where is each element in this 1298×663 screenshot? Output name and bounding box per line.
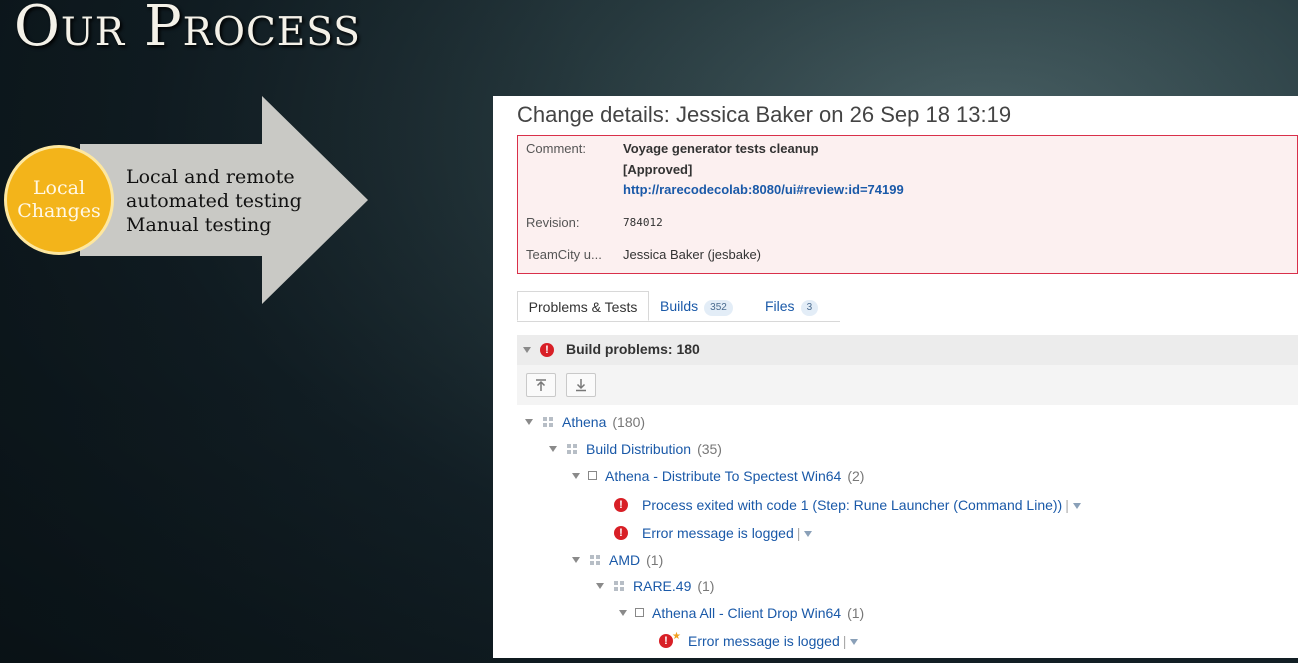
tree-node-count: (180) [612, 414, 646, 430]
build-config-icon [635, 608, 644, 617]
error-icon: ! [614, 526, 628, 540]
tab-label: Problems & Tests [528, 299, 638, 315]
builds-count-badge: 352 [704, 300, 733, 316]
tree-node-label[interactable]: Athena [562, 414, 606, 430]
separator: | [842, 633, 847, 649]
slide-title: Our Process [14, 0, 362, 59]
expand-triangle-icon[interactable] [572, 473, 580, 479]
build-problems-header[interactable]: ! Build problems: 180 [517, 335, 1298, 365]
tab-problems-tests[interactable]: Problems & Tests [517, 291, 649, 321]
build-config-icon [588, 471, 597, 480]
comment-label: Comment: [526, 141, 586, 156]
review-link[interactable]: http://rarecodecolab:8080/ui#review:id=7… [623, 182, 904, 197]
expand-triangle-icon[interactable] [596, 583, 604, 589]
user-label: TeamCity u... [526, 247, 602, 262]
tree-node-label[interactable]: RARE.49 [633, 578, 691, 594]
project-icon [614, 581, 625, 592]
dropdown-arrow-icon[interactable] [1072, 503, 1081, 509]
change-details-box: Comment: Voyage generator tests cleanup … [517, 135, 1298, 274]
expand-triangle-icon[interactable] [619, 610, 627, 616]
problem-label[interactable]: Error message is logged [688, 633, 840, 649]
tree-node-count: (35) [697, 441, 722, 457]
tree-node-label[interactable]: Build Distribution [586, 441, 691, 457]
tree-node-count: (1) [697, 578, 715, 594]
comment-approved: [Approved] [623, 162, 693, 177]
tree-node-count: (1) [646, 552, 664, 568]
local-changes-circle: Local Changes [4, 145, 114, 255]
tree-node-label[interactable]: AMD [609, 552, 640, 568]
comment-text: Voyage generator tests cleanup [623, 141, 819, 156]
user-value: Jessica Baker (jesbake) [623, 247, 761, 262]
expand-triangle-icon[interactable] [572, 557, 580, 563]
change-details-panel: Change details: Jessica Baker on 26 Sep … [493, 96, 1298, 658]
expand-all-icon [576, 379, 586, 392]
separator: | [1065, 497, 1069, 513]
expand-all-button[interactable] [566, 373, 596, 397]
build-problems-label: Build problems: 180 [566, 341, 700, 357]
tab-bar: Problems & Tests Builds 352 Files 3 [517, 291, 840, 322]
tree-node-label[interactable]: Athena All - Client Drop Win64 [652, 605, 841, 621]
problems-toolbar [517, 365, 1298, 405]
arrow-text: Local and remote automated testing Manua… [126, 165, 302, 237]
tree-node-count: (2) [847, 468, 865, 484]
tab-label: Files [765, 298, 795, 314]
tree-node-count: (1) [847, 605, 865, 621]
tab-label: Builds [660, 298, 699, 314]
revision-value: 784012 [623, 216, 663, 229]
project-icon [590, 555, 601, 566]
tree-node-label[interactable]: Athena - Distribute To Spectest Win64 [605, 468, 841, 484]
arrow-text-line: automated testing [126, 190, 302, 212]
expand-triangle-icon[interactable] [525, 419, 533, 425]
collapse-triangle-icon[interactable] [523, 347, 531, 353]
circle-label-line1: Local [32, 177, 86, 199]
expand-triangle-icon[interactable] [549, 446, 557, 452]
arrow-text-line: Manual testing [126, 214, 272, 236]
error-icon: ! [614, 498, 628, 512]
collapse-all-button[interactable] [526, 373, 556, 397]
dropdown-arrow-icon[interactable] [804, 531, 813, 537]
error-icon: ! [659, 634, 673, 648]
collapse-all-icon [536, 379, 546, 391]
arrow-text-line: Local and remote [126, 166, 295, 188]
tab-builds[interactable]: Builds 352 [660, 291, 733, 321]
project-icon [543, 417, 554, 428]
change-details-title: Change details: Jessica Baker on 26 Sep … [517, 102, 1012, 127]
project-icon [567, 444, 578, 455]
problem-label[interactable]: Error message is logged [642, 525, 794, 541]
dropdown-arrow-icon[interactable] [850, 639, 859, 645]
separator: | [796, 525, 801, 541]
circle-label-line2: Changes [17, 200, 101, 222]
new-star-icon: ★ [672, 631, 681, 642]
revision-label: Revision: [526, 215, 580, 230]
files-count-badge: 3 [800, 300, 819, 316]
problem-label[interactable]: Process exited with code 1 (Step: Rune L… [642, 497, 1062, 513]
error-icon: ! [540, 343, 554, 357]
tab-files[interactable]: Files 3 [765, 291, 819, 321]
